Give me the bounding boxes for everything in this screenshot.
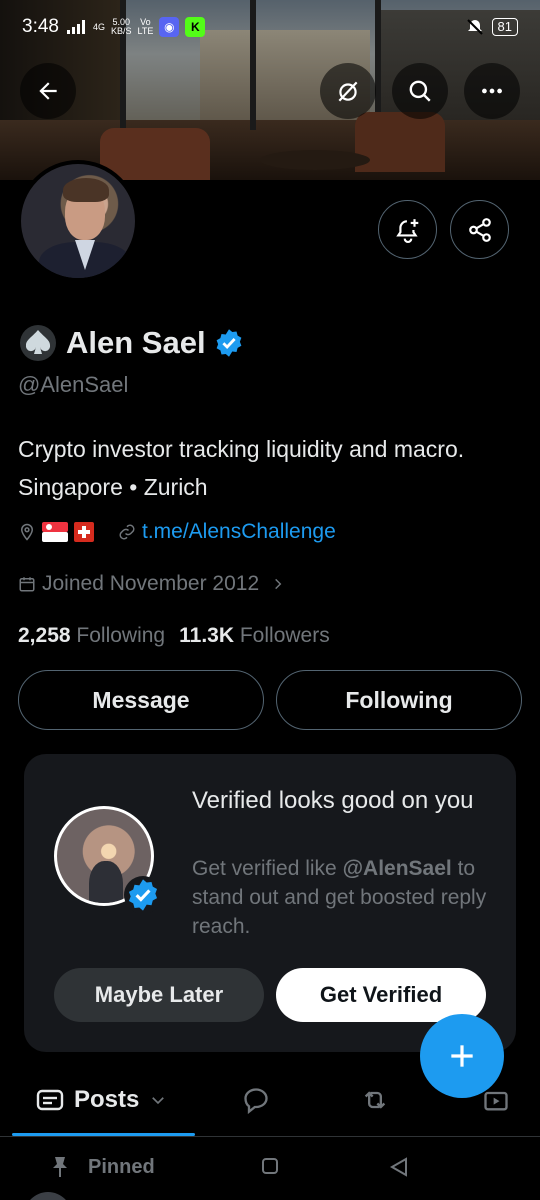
maybe-later-button[interactable]: Maybe Later xyxy=(54,968,264,1022)
verified-badge-icon[interactable] xyxy=(214,328,244,358)
reposts-icon[interactable] xyxy=(360,1086,390,1114)
discord-icon: ◉ xyxy=(159,17,180,37)
tab-posts-label: Posts xyxy=(74,1086,140,1113)
profile-handle: @AlenSael xyxy=(18,372,129,397)
follow-stats: 2,258 Following 11.3K Followers xyxy=(18,624,330,648)
tab-posts[interactable]: Posts xyxy=(36,1086,167,1114)
search-icon xyxy=(409,80,431,102)
profile-meta: t.me/AlensChallenge xyxy=(18,520,336,544)
profile-link[interactable]: t.me/AlensChallenge xyxy=(142,520,336,544)
plus-icon xyxy=(451,1045,473,1067)
location-icon xyxy=(20,523,34,541)
profile-name-row: Alen Sael xyxy=(18,325,244,361)
post-author-avatar[interactable] xyxy=(24,1192,72,1200)
profile-avatar[interactable] xyxy=(17,160,139,282)
dnd-icon xyxy=(466,19,483,35)
unmute-button[interactable] xyxy=(320,63,376,119)
tabs-divider xyxy=(0,1136,540,1137)
calendar-icon xyxy=(19,577,35,592)
profile-bio: Crypto investor tracking liquidity and m… xyxy=(18,430,528,506)
banner-table xyxy=(260,150,370,170)
followers-stat[interactable]: 11.3K Followers xyxy=(179,624,330,648)
joined-date: Joined November 2012 xyxy=(42,572,260,595)
pin-icon xyxy=(53,1157,67,1177)
share-button[interactable] xyxy=(450,200,509,259)
avatar-hair xyxy=(63,178,109,202)
share-icon xyxy=(468,217,491,242)
bio-line: Singapore • Zurich xyxy=(18,474,208,500)
verified-badge-icon xyxy=(124,876,162,914)
notifications-button[interactable] xyxy=(378,200,437,259)
network-type: 4G xyxy=(92,21,105,32)
spade-icon xyxy=(20,325,56,361)
more-icon xyxy=(482,88,502,94)
replies-icon[interactable] xyxy=(242,1086,270,1114)
message-button[interactable]: Message xyxy=(18,670,264,730)
unmute-icon xyxy=(338,81,358,102)
banner-chair xyxy=(355,112,445,172)
verified-promo-card: Verified looks good on you Get verified … xyxy=(24,754,516,1052)
bell-plus-icon xyxy=(395,218,418,243)
battery-level: 81 xyxy=(491,18,518,36)
chevron-down-icon xyxy=(152,1097,165,1105)
status-bar: 3:48 4G 5.00 KB/S Vo LTE ◉ K 81 xyxy=(0,0,540,54)
more-button[interactable] xyxy=(464,63,520,119)
volte-indicator: Vo LTE xyxy=(137,17,154,36)
home-nav-icon[interactable] xyxy=(260,1156,280,1176)
singapore-flag-icon xyxy=(42,522,68,542)
status-time: 3:48 xyxy=(22,16,59,37)
profile-name: Alen Sael xyxy=(66,325,206,360)
promo-subtitle: Get verified like @AlenSael to stand out… xyxy=(192,857,487,938)
promo-title: Verified looks good on you xyxy=(192,787,474,814)
profile-joined: Joined November 2012 xyxy=(18,572,285,596)
pinned-label: Pinned xyxy=(88,1155,155,1178)
promo-avatar-person xyxy=(89,861,123,903)
back-arrow-icon xyxy=(39,82,57,100)
back-nav-icon[interactable] xyxy=(388,1156,410,1178)
posts-tab-icon xyxy=(36,1089,64,1111)
back-button[interactable] xyxy=(20,63,76,119)
bio-line: Crypto investor tracking liquidity and m… xyxy=(18,436,465,462)
signal-icon xyxy=(66,20,85,34)
swiss-flag-icon xyxy=(74,522,94,542)
link-icon xyxy=(119,524,135,540)
following-button[interactable]: Following xyxy=(276,670,522,730)
kick-icon: K xyxy=(185,17,206,37)
promo-verified-badge xyxy=(128,879,158,911)
chevron-right-icon[interactable] xyxy=(271,577,285,591)
banner-chair xyxy=(100,128,210,180)
network-speed: 5.00 KB/S xyxy=(111,17,132,36)
following-stat[interactable]: 2,258 Following xyxy=(18,624,165,648)
search-button[interactable] xyxy=(392,63,448,119)
compose-button[interactable] xyxy=(420,1014,504,1098)
pinned-label-row: Pinned xyxy=(50,1155,155,1179)
